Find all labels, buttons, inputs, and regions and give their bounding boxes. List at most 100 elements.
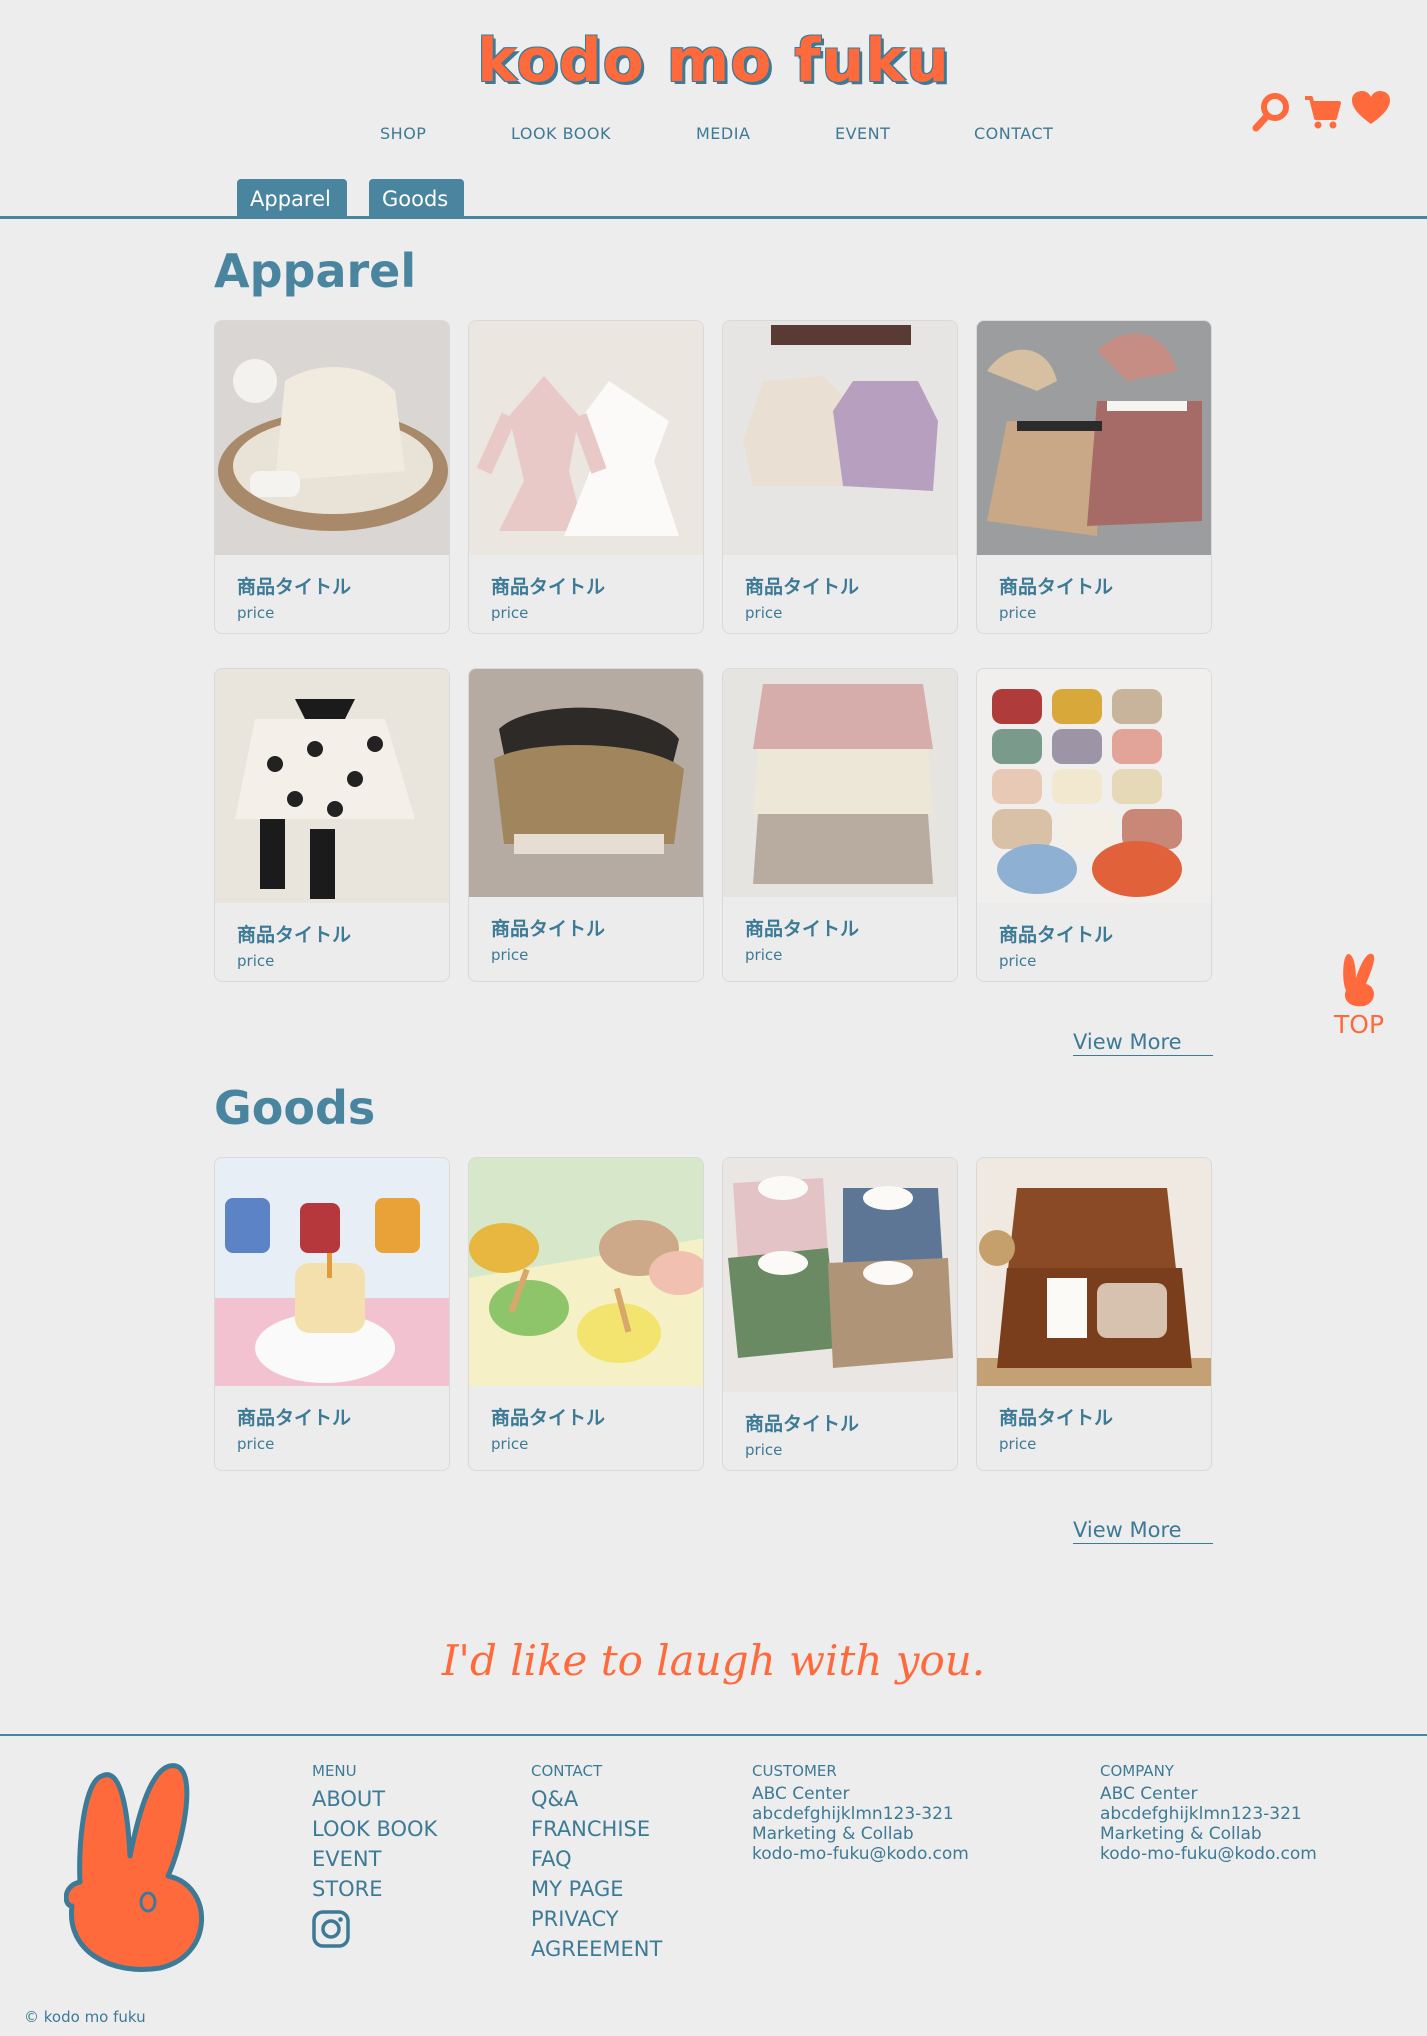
footer-company-column: COMPANY ABC Center abcdefghijklmn123-321…	[1100, 1762, 1317, 1864]
nav-contact[interactable]: CONTACT	[974, 124, 1053, 143]
product-card[interactable]: 商品タイトル price	[976, 1157, 1212, 1471]
product-price: price	[999, 604, 1037, 622]
product-image	[469, 669, 703, 897]
product-price: price	[745, 604, 783, 622]
product-card[interactable]: 商品タイトル price	[468, 320, 704, 634]
product-price: price	[745, 946, 783, 964]
apparel-heading: Apparel	[214, 244, 417, 298]
rabbit-mascot-logo[interactable]	[64, 1756, 234, 1976]
product-card[interactable]: 商品タイトル price	[976, 320, 1212, 634]
product-price: price	[491, 946, 529, 964]
product-card[interactable]: 商品タイトル price	[214, 668, 450, 982]
product-price: price	[745, 1441, 783, 1459]
product-card[interactable]: 商品タイトル price	[722, 668, 958, 982]
product-card[interactable]: 商品タイトル price	[976, 668, 1212, 982]
product-title: 商品タイトル	[237, 576, 352, 598]
footer-link-look-book[interactable]: LOOK BOOK	[312, 1814, 437, 1844]
product-image	[723, 321, 957, 555]
product-title: 商品タイトル	[745, 918, 860, 940]
product-price: price	[237, 952, 275, 970]
product-price: price	[491, 604, 529, 622]
footer-menu-column: MENU ABOUT LOOK BOOK EVENT STORE	[312, 1762, 437, 1952]
product-card[interactable]: 商品タイトル price	[468, 1157, 704, 1471]
nav-shop[interactable]: SHOP	[380, 124, 426, 143]
apparel-view-more-link[interactable]: View More	[1073, 1030, 1213, 1056]
tab-goods[interactable]: Goods	[369, 179, 464, 219]
product-title: 商品タイトル	[237, 1407, 352, 1429]
product-title: 商品タイトル	[999, 576, 1114, 598]
footer-link-privacy[interactable]: PRIVACY	[531, 1904, 662, 1934]
product-image	[977, 1158, 1211, 1386]
product-title: 商品タイトル	[237, 924, 352, 946]
product-price: price	[237, 1435, 275, 1453]
footer-link-event[interactable]: EVENT	[312, 1844, 437, 1874]
footer-link-agreement[interactable]: AGREEMENT	[531, 1934, 662, 1964]
product-price: price	[237, 604, 275, 622]
product-title: 商品タイトル	[999, 1407, 1114, 1429]
footer-link-qa[interactable]: Q&A	[531, 1784, 662, 1814]
copyright-notice: © kodo mo fuku	[24, 2008, 146, 2026]
tab-apparel[interactable]: Apparel	[237, 179, 347, 219]
product-price: price	[999, 952, 1037, 970]
rabbit-icon	[1343, 953, 1375, 1007]
footer-contact-column: CONTACT Q&A FRANCHISE FAQ MY PAGE PRIVAC…	[531, 1762, 662, 1964]
product-image	[723, 669, 957, 897]
header-icons	[1243, 90, 1393, 136]
tab-divider	[0, 216, 1427, 219]
back-to-top-button[interactable]: TOP	[1330, 950, 1390, 1040]
footer-link-franchise[interactable]: FRANCHISE	[531, 1814, 662, 1844]
customer-center-name: ABC Center	[752, 1784, 850, 1804]
footer-link-my-page[interactable]: MY PAGE	[531, 1874, 662, 1904]
product-title: 商品タイトル	[491, 576, 606, 598]
footer-link-store[interactable]: STORE	[312, 1874, 437, 1904]
tagline: I'd like to laugh with you.	[441, 1636, 986, 1685]
nav-event[interactable]: EVENT	[835, 124, 890, 143]
footer-menu-heading: MENU	[312, 1762, 357, 1780]
company-email[interactable]: kodo-mo-fuku@kodo.com	[1100, 1844, 1317, 1864]
product-card[interactable]: 商品タイトル price	[214, 1157, 450, 1471]
product-card[interactable]: 商品タイトル price	[468, 668, 704, 982]
company-department: Marketing & Collab	[1100, 1824, 1262, 1844]
product-title: 商品タイトル	[745, 576, 860, 598]
product-title: 商品タイトル	[491, 1407, 606, 1429]
product-title: 商品タイトル	[999, 924, 1114, 946]
product-card[interactable]: 商品タイトル price	[722, 320, 958, 634]
product-image	[977, 669, 1211, 903]
product-title: 商品タイトル	[745, 1413, 860, 1435]
to-top-label: TOP	[1334, 1010, 1385, 1039]
product-card[interactable]: 商品タイトル price	[722, 1157, 958, 1471]
product-image	[215, 669, 449, 903]
footer-company-heading: COMPANY	[1100, 1762, 1174, 1780]
main-nav: SHOP LOOK BOOK MEDIA EVENT CONTACT	[0, 124, 1427, 148]
product-image	[977, 321, 1211, 555]
company-address: abcdefghijklmn123-321	[1100, 1804, 1302, 1824]
customer-address: abcdefghijklmn123-321	[752, 1804, 954, 1824]
footer-link-about[interactable]: ABOUT	[312, 1784, 437, 1814]
product-image	[215, 321, 449, 555]
product-image	[215, 1158, 449, 1386]
product-image	[723, 1158, 957, 1392]
product-image	[469, 321, 703, 555]
footer-contact-heading: CONTACT	[531, 1762, 603, 1780]
nav-look-book[interactable]: LOOK BOOK	[511, 124, 611, 143]
goods-view-more-link[interactable]: View More	[1073, 1518, 1213, 1544]
product-card[interactable]: 商品タイトル price	[214, 320, 450, 634]
product-image	[469, 1158, 703, 1386]
nav-media[interactable]: MEDIA	[696, 124, 750, 143]
product-title: 商品タイトル	[491, 918, 606, 940]
site-logo[interactable]: kodo mo fuku	[0, 26, 1427, 96]
site-header: kodo mo fuku SHOP LOOK BOOK MEDIA EVENT …	[0, 0, 1427, 220]
customer-email[interactable]: kodo-mo-fuku@kodo.com	[752, 1844, 969, 1864]
heart-icon[interactable]	[1351, 90, 1391, 126]
product-price: price	[491, 1435, 529, 1453]
footer-customer-heading: CUSTOMER	[752, 1762, 837, 1780]
instagram-icon[interactable]	[312, 1910, 350, 1948]
footer-link-faq[interactable]: FAQ	[531, 1844, 662, 1874]
goods-heading: Goods	[214, 1081, 376, 1135]
customer-department: Marketing & Collab	[752, 1824, 914, 1844]
search-icon[interactable]	[1251, 90, 1293, 132]
footer-divider	[0, 1734, 1427, 1736]
cart-icon[interactable]	[1303, 90, 1341, 132]
company-center-name: ABC Center	[1100, 1784, 1198, 1804]
product-price: price	[999, 1435, 1037, 1453]
